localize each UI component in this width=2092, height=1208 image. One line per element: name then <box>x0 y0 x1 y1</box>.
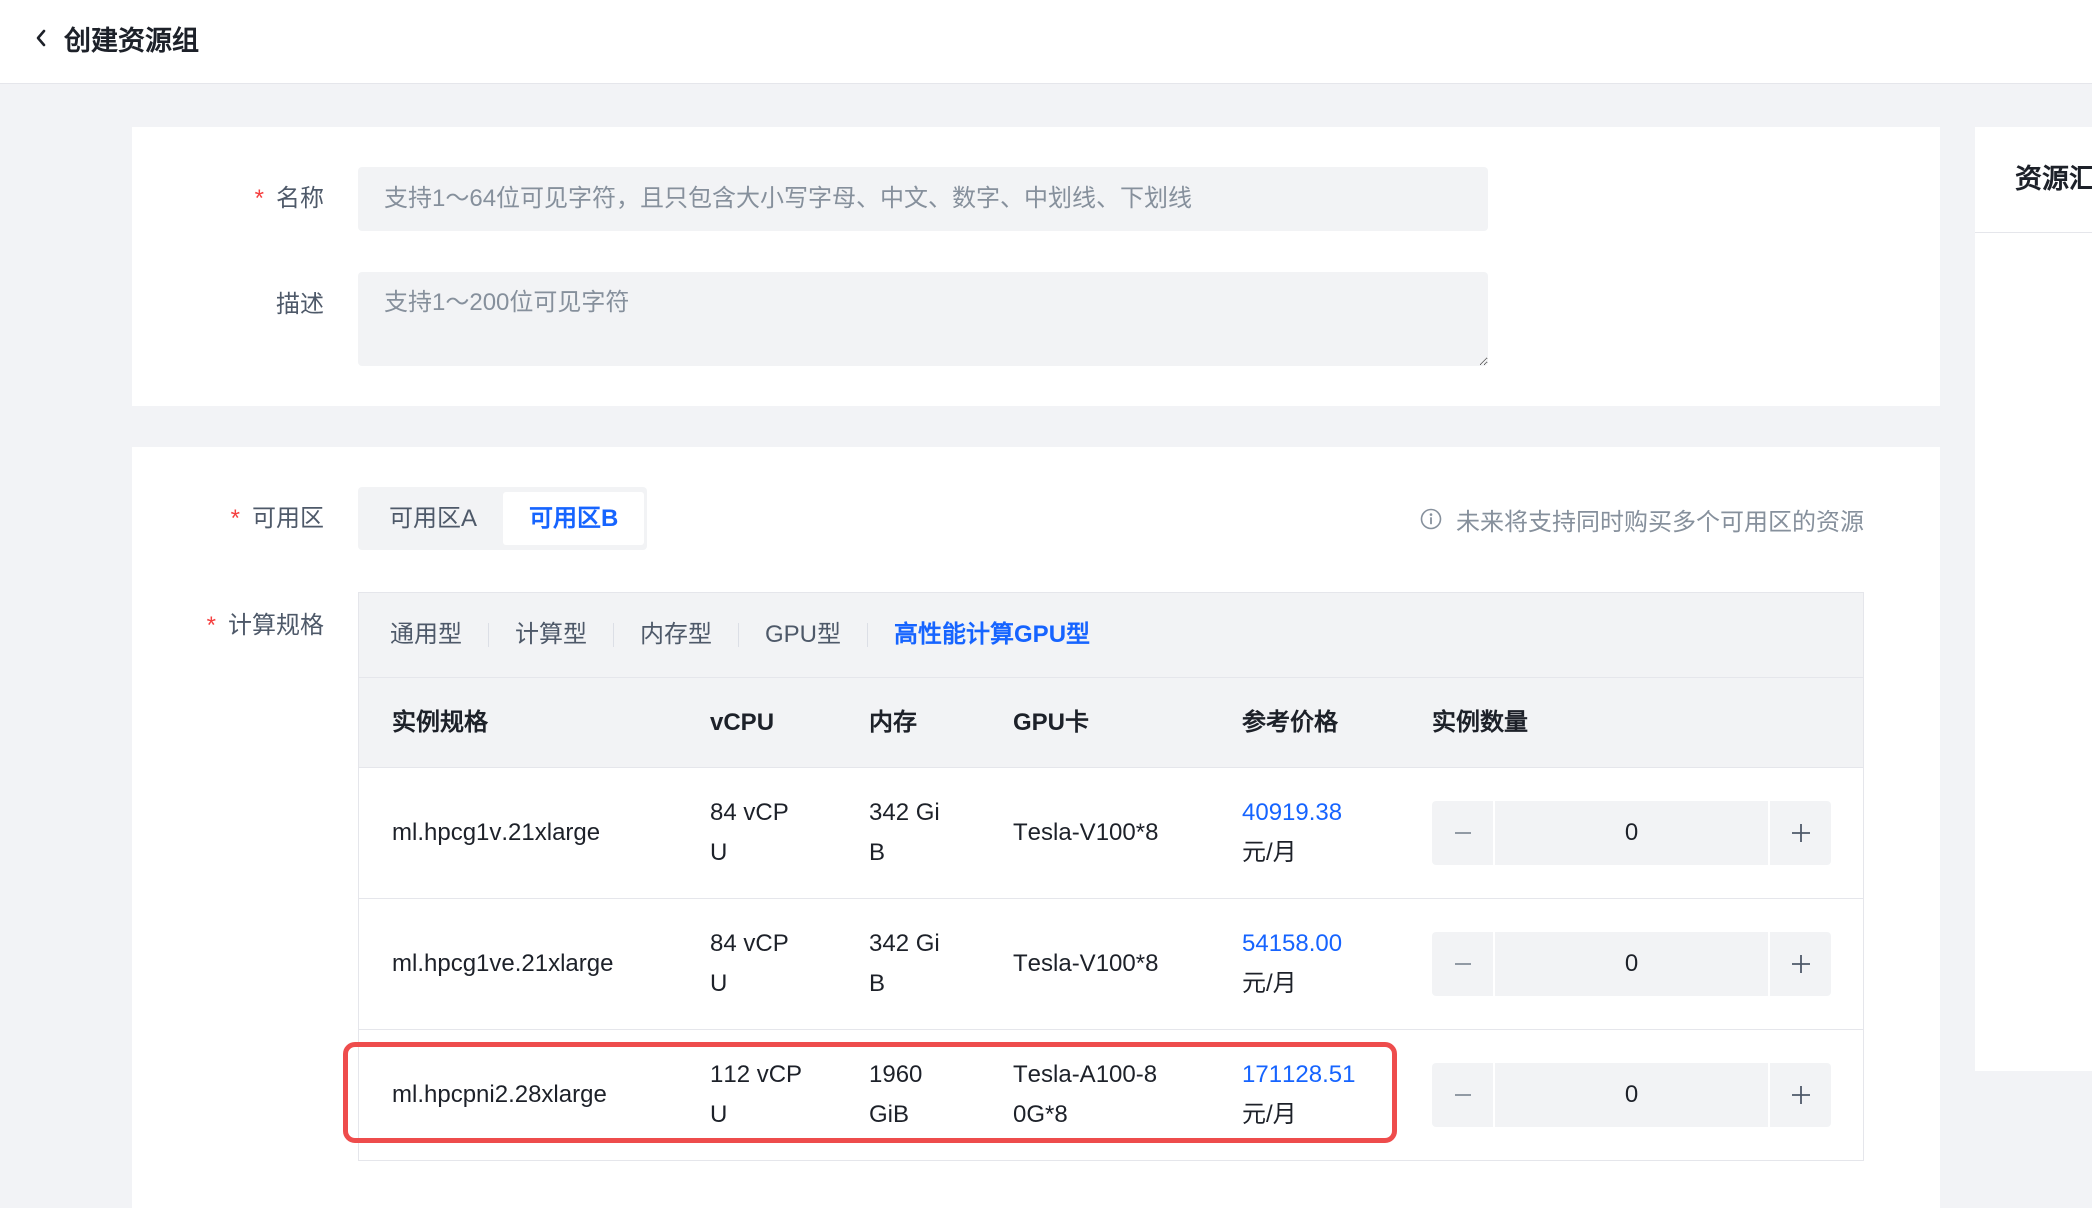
instance-spec: ml.hpcpni2.28xlarge <box>392 1081 607 1108</box>
price-cell: 40919.38 元/月 <box>1242 793 1432 873</box>
price-unit: 元/月 <box>1242 970 1297 997</box>
name-label-text: 名称 <box>276 185 324 212</box>
required-mark: * <box>230 505 240 532</box>
tab-general[interactable]: 通用型 <box>390 619 462 651</box>
minus-icon[interactable] <box>1432 801 1495 865</box>
chevron-left-icon[interactable] <box>34 29 48 47</box>
page-header: 创建资源组 <box>0 0 2092 83</box>
vcpu-value: 112 vCPU <box>710 1061 803 1128</box>
quantity-input[interactable] <box>1495 801 1768 865</box>
tab-hpc-gpu[interactable]: 高性能计算GPU型 <box>894 619 1090 651</box>
plus-icon[interactable] <box>1768 801 1831 865</box>
price-unit: 元/月 <box>1242 1101 1297 1128</box>
table-row: ml.hpcpni2.28xlarge 112 vCPU 1960 GiB Te… <box>359 1030 1863 1160</box>
quantity-stepper <box>1432 932 1831 996</box>
zone-hint: 未来将支持同时购买多个可用区的资源 <box>1420 503 1864 536</box>
quantity-input[interactable] <box>1495 932 1768 996</box>
zone-label: * 可用区 <box>150 503 324 535</box>
instance-spec: ml.hpcg1v.21xlarge <box>392 819 601 846</box>
column-header-spec: 实例规格 <box>392 708 488 736</box>
tab-divider <box>867 623 869 647</box>
price-link[interactable]: 171128.51 <box>1242 1055 1432 1095</box>
price-unit: 元/月 <box>1242 839 1297 866</box>
spec-tabs: 通用型 计算型 内存型 GPU型 高性能计算GPU型 <box>359 593 1863 678</box>
zone-hint-text: 未来将支持同时购买多个可用区的资源 <box>1456 508 1864 536</box>
memory-value: 342 GiB <box>869 799 940 866</box>
zone-option-b[interactable]: 可用区B <box>503 492 645 545</box>
table-header: 实例规格 vCPU 内存 GPU卡 参考价格 实例数量 <box>359 678 1863 768</box>
quantity-input[interactable] <box>1495 1063 1768 1127</box>
plus-icon[interactable] <box>1768 1063 1831 1127</box>
spec-label-text: 计算规格 <box>228 612 324 639</box>
name-label: * 名称 <box>150 183 324 215</box>
table-row: ml.hpcg1ve.21xlarge 84 vCPU 342 GiB Tesl… <box>359 899 1863 1030</box>
tab-divider <box>738 623 739 647</box>
tab-gpu[interactable]: GPU型 <box>765 619 841 651</box>
minus-icon[interactable] <box>1432 932 1495 996</box>
zone-option-a[interactable]: 可用区A <box>363 492 503 545</box>
divider <box>1975 232 2092 233</box>
required-mark: * <box>206 612 216 639</box>
column-header-quantity: 实例数量 <box>1432 708 1528 736</box>
tab-divider <box>613 623 614 647</box>
price-link[interactable]: 54158.00 <box>1242 924 1432 964</box>
quantity-stepper <box>1432 801 1831 865</box>
description-textarea[interactable] <box>358 272 1488 366</box>
zone-selector: 可用区A 可用区B <box>358 487 647 550</box>
price-cell: 171128.51 元/月 <box>1242 1055 1432 1135</box>
vcpu-value: 84 vCPU <box>710 799 789 866</box>
tab-compute[interactable]: 计算型 <box>515 619 587 651</box>
column-header-price: 参考价格 <box>1242 708 1338 736</box>
info-icon <box>1420 508 1442 530</box>
name-input[interactable] <box>358 167 1488 231</box>
memory-value: 342 GiB <box>869 930 940 997</box>
page-title: 创建资源组 <box>64 26 199 56</box>
tab-memory[interactable]: 内存型 <box>640 619 712 651</box>
column-header-memory: 内存 <box>869 708 917 736</box>
table-row: ml.hpcg1v.21xlarge 84 vCPU 342 GiB Tesla… <box>359 768 1863 899</box>
price-link[interactable]: 40919.38 <box>1242 793 1432 833</box>
spec-label: * 计算规格 <box>150 610 324 642</box>
memory-value: 1960 GiB <box>869 1061 923 1128</box>
quantity-stepper <box>1432 1063 1831 1127</box>
required-mark: * <box>254 185 264 212</box>
summary-panel-title: 资源汇 <box>2015 164 2092 194</box>
gpu-value: Tesla-A100-80G*8 <box>1013 1061 1158 1128</box>
zone-label-text: 可用区 <box>252 505 324 532</box>
minus-icon[interactable] <box>1432 1063 1495 1127</box>
description-label: 描述 <box>276 291 324 318</box>
resource-summary-panel: 资源汇 <box>1975 127 2092 1071</box>
gpu-value: Tesla-V100*8 <box>1013 819 1159 846</box>
plus-icon[interactable] <box>1768 932 1831 996</box>
spec-table: 通用型 计算型 内存型 GPU型 高性能计算GPU型 实例规格 vCPU 内存 … <box>358 592 1864 1161</box>
column-header-vcpu: vCPU <box>710 708 775 736</box>
gpu-value: Tesla-V100*8 <box>1013 950 1159 977</box>
instance-spec: ml.hpcg1ve.21xlarge <box>392 950 614 977</box>
vcpu-value: 84 vCPU <box>710 930 789 997</box>
price-cell: 54158.00 元/月 <box>1242 924 1432 1004</box>
column-header-gpu: GPU卡 <box>1013 708 1090 736</box>
tab-divider <box>488 623 489 647</box>
